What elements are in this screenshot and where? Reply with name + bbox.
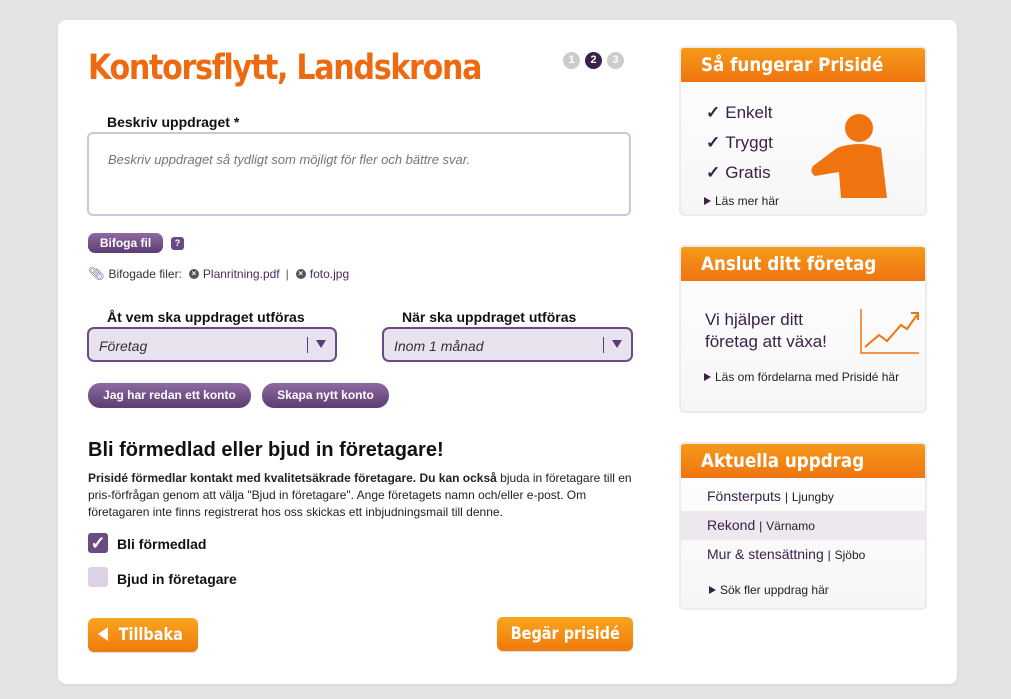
when-select-value: Inom 1 månad [394,338,484,354]
when-select[interactable]: Inom 1 månad [382,327,633,362]
triangle-right-icon [709,586,716,594]
jobs-title: Aktuella uppdrag [681,444,925,478]
arrow-left-icon [97,627,108,641]
remove-file-icon[interactable]: × [295,269,306,279]
remove-file-icon[interactable]: × [188,269,199,279]
step-indicator: 1 2 3 [563,52,624,69]
select-divider [603,337,604,353]
who-label: Åt vem ska uppdraget utföras [107,309,305,325]
how-it-works-box: Så fungerar Prisidé ✓ Enkelt ✓ Tryggt ✓ Gra… [679,46,927,216]
how-read-more-link[interactable]: Läs mer här [704,194,779,208]
attached-files: 📎︎ Bifogade filer: × Planritning.pdf | ×… [88,266,349,282]
job-item[interactable]: Fönsterputs | Ljungby [681,482,925,511]
how-it-works-title: Så fungerar Prisidé [681,48,925,82]
back-button-label: Tillbaka [118,625,183,645]
attached-file-link[interactable]: Planritning.pdf [203,267,280,281]
mediation-text-bold: Prisidé förmedlar kontakt med kvalitetsä… [88,471,497,485]
description-textarea[interactable] [87,132,631,216]
person-icon [811,114,887,198]
new-account-button[interactable]: Skapa nytt konto [262,383,389,408]
who-select[interactable]: Företag [87,327,337,362]
help-icon[interactable]: ? [171,237,184,250]
how-item: ✓ Tryggt [706,133,773,152]
triangle-right-icon [704,197,711,205]
checkbox-mediated[interactable]: ✓ [88,533,108,553]
page-title: Kontorsflytt, Landskrona [88,48,482,88]
chevron-down-icon [612,340,622,348]
check-icon: ✓ [706,103,721,122]
submit-button[interactable]: Begär prisidé [497,617,633,651]
checkbox-invite-label: Bjud in företagare [117,571,237,587]
attached-file-link[interactable]: foto.jpg [310,267,349,281]
how-item: ✓ Gratis [706,163,771,182]
step-3: 3 [607,52,624,69]
growth-chart-icon [860,309,919,354]
step-1: 1 [563,52,580,69]
checkbox-mediated-label: Bli förmedlad [117,536,207,552]
submit-button-label: Begär prisidé [510,624,620,644]
check-icon: ✓ [706,133,721,152]
existing-account-button[interactable]: Jag har redan ett konto [88,383,251,408]
checkbox-invite[interactable] [88,567,108,587]
when-label: När ska uppdraget utföras [402,309,577,325]
paperclip-icon: 📎︎ [88,266,105,281]
jobs-box: Aktuella uppdrag Fönsterputs | Ljungby R… [679,442,927,610]
join-read-more-link[interactable]: Läs om fördelarna med Prisidé här [704,370,899,384]
join-box: Anslut ditt företag Vi hjälper ditt före… [679,245,927,413]
who-select-value: Företag [99,338,148,354]
mediation-heading: Bli förmedlad eller bjud in företagare! [88,439,444,461]
attach-file-button[interactable]: Bifoga fil [88,233,163,253]
jobs-search-more-link[interactable]: Sök fler uppdrag här [709,583,829,597]
attached-files-label: Bifogade filer: [108,267,182,281]
step-2-active: 2 [585,52,602,69]
chevron-down-icon [316,340,326,348]
file-separator: | [285,267,289,281]
check-icon: ✓ [706,163,721,182]
mediation-text: Prisidé förmedlar kontakt med kvalitetsä… [88,470,633,521]
triangle-right-icon [704,373,711,381]
join-text: Vi hjälper ditt företag att växa! [705,310,827,351]
select-divider [307,337,308,353]
job-item[interactable]: Rekond | Värnamo [681,511,925,540]
join-title: Anslut ditt företag [681,247,925,281]
how-item: ✓ Enkelt [706,103,773,122]
back-button[interactable]: Tillbaka [88,618,198,652]
description-label: Beskriv uppdraget * [107,114,240,130]
job-item[interactable]: Mur & stensättning | Sjöbo [681,540,925,569]
